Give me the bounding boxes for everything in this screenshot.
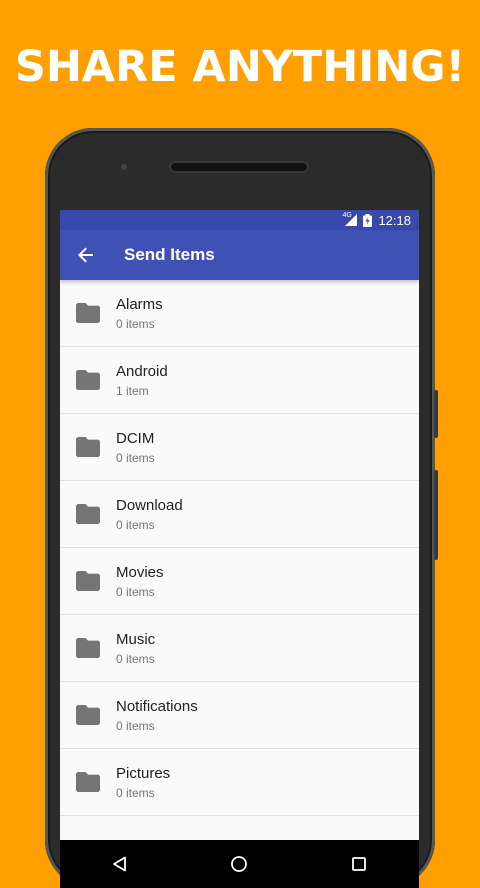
folder-icon bbox=[60, 705, 116, 725]
folder-text: Movies 0 items bbox=[116, 563, 164, 600]
home-circle-icon bbox=[231, 856, 248, 872]
folder-name: Notifications bbox=[116, 697, 198, 715]
folder-name: Alarms bbox=[116, 295, 163, 313]
folder-text: Alarms 0 items bbox=[116, 295, 163, 332]
folder-name: DCIM bbox=[116, 429, 155, 447]
folder-row[interactable]: DCIM 0 items bbox=[60, 414, 419, 481]
network-indicator: 4G bbox=[342, 212, 358, 226]
nav-recents-button[interactable] bbox=[334, 840, 384, 888]
clock: 12:18 bbox=[378, 212, 411, 228]
folder-text: Music 0 items bbox=[116, 630, 155, 667]
folder-row[interactable]: Pictures 0 items bbox=[60, 749, 419, 816]
folder-text: Download 0 items bbox=[116, 496, 183, 533]
folder-item-count: 0 items bbox=[116, 651, 155, 666]
folder-text: Notifications 0 items bbox=[116, 697, 198, 734]
folder-list: Alarms 0 items Android 1 item DCIM 0 items Dow… bbox=[60, 280, 419, 816]
power-button bbox=[434, 470, 438, 560]
folder-row[interactable]: Notifications 0 items bbox=[60, 682, 419, 749]
folder-icon bbox=[60, 437, 116, 457]
earpiece-speaker bbox=[169, 161, 309, 173]
folder-item-count: 0 items bbox=[116, 450, 155, 465]
folder-text: DCIM 0 items bbox=[116, 429, 155, 466]
network-label: 4G bbox=[342, 212, 352, 219]
folder-text: Android 1 item bbox=[116, 362, 168, 399]
nav-back-button[interactable] bbox=[95, 840, 145, 888]
folder-row[interactable]: Movies 0 items bbox=[60, 548, 419, 615]
folder-name: Android bbox=[116, 362, 168, 380]
folder-icon bbox=[60, 638, 116, 658]
folder-row[interactable]: Alarms 0 items bbox=[60, 280, 419, 347]
navigation-bar bbox=[60, 840, 419, 888]
volume-button bbox=[434, 390, 438, 438]
folder-icon bbox=[60, 772, 116, 792]
nav-home-button[interactable] bbox=[214, 840, 264, 888]
folder-item-count: 0 items bbox=[116, 517, 155, 532]
folder-item-count: 1 item bbox=[116, 383, 149, 398]
folder-icon bbox=[60, 370, 116, 390]
folder-name: Music bbox=[116, 630, 156, 648]
folder-row[interactable]: Download 0 items bbox=[60, 481, 419, 548]
folder-icon bbox=[60, 571, 116, 591]
folder-item-count: 0 items bbox=[116, 316, 155, 331]
recents-square-icon bbox=[352, 857, 367, 871]
back-triangle-icon bbox=[112, 856, 126, 872]
app-bar: Send Items bbox=[60, 230, 419, 280]
phone-frame: 4G 12:18 Send Items Alarms 0 items Android… bbox=[45, 128, 438, 888]
folder-item-count: 0 items bbox=[116, 718, 155, 733]
folder-name: Download bbox=[116, 496, 183, 514]
folder-row[interactable]: Music 0 items bbox=[60, 615, 419, 682]
folder-item-count: 0 items bbox=[116, 584, 155, 599]
battery-icon bbox=[363, 213, 373, 227]
front-camera bbox=[121, 164, 127, 170]
folder-text: Pictures 0 items bbox=[116, 764, 170, 801]
phone-screen: 4G 12:18 Send Items Alarms 0 items Android… bbox=[60, 210, 419, 888]
back-button[interactable] bbox=[62, 230, 110, 280]
page-title: Send Items bbox=[124, 245, 215, 264]
folder-row[interactable]: Android 1 item bbox=[60, 347, 419, 414]
folder-icon bbox=[60, 504, 116, 524]
status-bar: 4G 12:18 bbox=[60, 210, 419, 230]
folder-name: Pictures bbox=[116, 764, 171, 782]
folder-name: Movies bbox=[116, 563, 164, 581]
promo-headline: SHARE ANYTHING! bbox=[14, 42, 466, 92]
folder-icon bbox=[60, 303, 116, 323]
folder-item-count: 0 items bbox=[116, 785, 155, 800]
arrow-back-icon bbox=[78, 247, 93, 263]
